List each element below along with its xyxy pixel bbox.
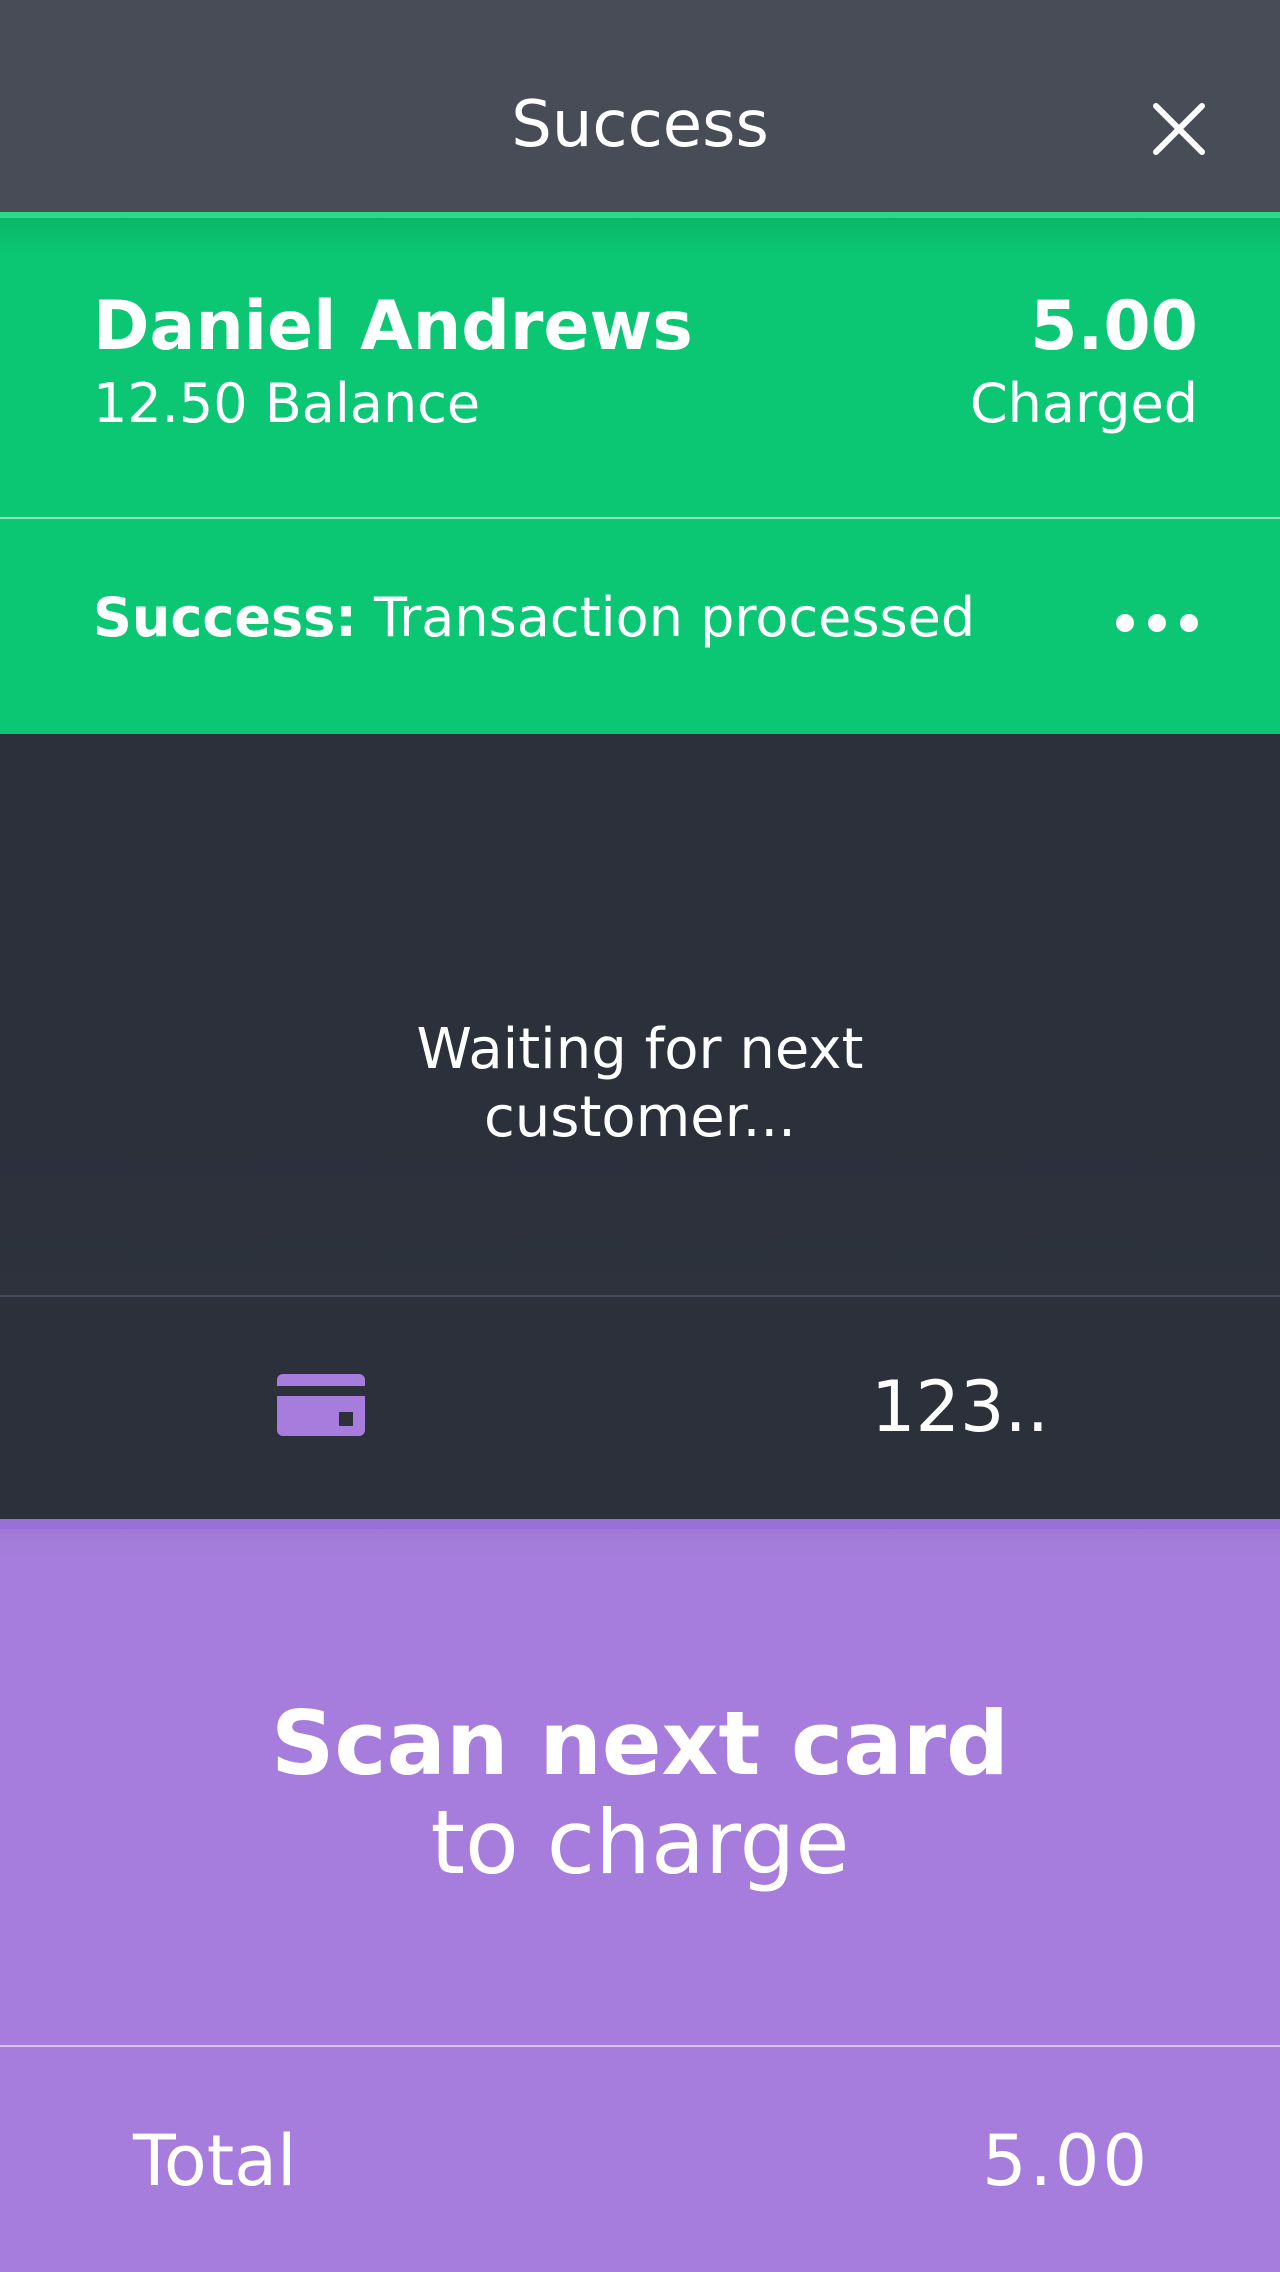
more-dots-icon <box>1116 614 1134 632</box>
page-title: Success <box>511 88 769 162</box>
status-message: Success: Transaction processed <box>93 578 975 658</box>
scan-shade <box>0 1529 1280 1559</box>
status-text: Transaction processed <box>356 586 976 649</box>
total-divider <box>0 2045 1280 2047</box>
result-divider <box>0 517 1280 519</box>
result-shade <box>0 218 1280 258</box>
charged-amount: 5.00 <box>1030 287 1198 366</box>
more-dots-icon <box>1180 614 1198 632</box>
customer-balance: 12.50 Balance <box>93 372 481 435</box>
customer-name: Daniel Andrews <box>93 287 693 366</box>
close-icon <box>1153 103 1205 155</box>
charged-label: Charged <box>969 372 1198 435</box>
total-label: Total <box>133 2120 297 2202</box>
scan-subtitle: to charge <box>430 1791 850 1894</box>
header-bar: Success <box>0 0 1280 212</box>
total-value: 5.00 <box>982 2120 1150 2202</box>
close-button[interactable] <box>1146 96 1212 162</box>
waiting-message: Waiting for next customer... <box>340 1016 940 1152</box>
scan-title: Scan next card <box>271 1692 1009 1795</box>
scan-top-border <box>0 1519 1280 1529</box>
waiting-line-1: Waiting for next <box>416 1017 864 1082</box>
status-prefix: Success: <box>93 586 357 649</box>
waiting-line-2: customer... <box>484 1085 796 1150</box>
credit-card-icon <box>277 1374 365 1436</box>
number-entry-button[interactable]: 123.. <box>830 1350 1090 1465</box>
card-mode-button[interactable] <box>250 1340 390 1475</box>
waiting-area <box>0 734 1280 1296</box>
app: Success Daniel Andrews 12.50 Balance 5.0… <box>0 0 1280 2272</box>
more-dots-icon <box>1148 614 1166 632</box>
more-options-button[interactable] <box>1112 607 1202 639</box>
